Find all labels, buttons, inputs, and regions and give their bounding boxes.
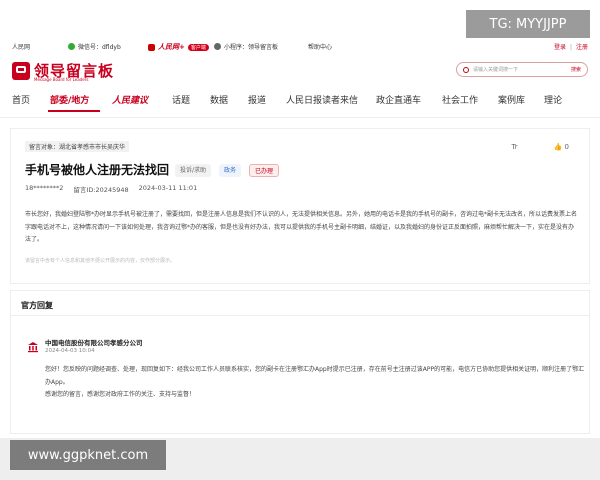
- reply-organization: 中国电信股份有限公司孝感分公司: [45, 339, 143, 347]
- nav-item-gov-business[interactable]: 政企直通车: [376, 93, 421, 106]
- tg-overlay-label: TG: MYYJJPP: [466, 10, 590, 38]
- wechat-icon: [68, 43, 75, 50]
- government-building-icon: [28, 342, 38, 353]
- tag-category: 投诉/求助: [175, 164, 212, 177]
- reply-date: 2024-04-03 10:04: [45, 348, 95, 354]
- nav-item-readers-letters[interactable]: 人民日报读者来信: [286, 93, 358, 106]
- official-reply-card: 官方回复 中国电信股份有限公司孝感分公司 2024-04-03 10:04 您好…: [10, 290, 590, 434]
- search-input[interactable]: 请输入关键词搜一下: [473, 66, 571, 73]
- wechat-label: 微信号：dfldyb: [78, 44, 121, 51]
- message-card: 留言对象：湖北省孝感市市长吴庆华 Tr 👍 0 手机号被他人注册无法找回 投诉/…: [10, 128, 590, 284]
- nav-item-data[interactable]: 数据: [210, 93, 228, 106]
- privacy-tip: 该留言中含有个人信息和其他不便公开展示的内容，仅作部分展示。: [25, 258, 176, 264]
- search-box: 请输入关键词搜一下 搜索: [456, 62, 588, 77]
- watermark-label: www.ggpknet.com: [10, 440, 166, 470]
- app-logo-text: 人民网+: [158, 43, 185, 51]
- message-tags: 投诉/求助 政务 已办理: [175, 164, 280, 177]
- main-nav: 首页 部委/地方 人民建议 话题 数据 报道 人民日报读者来信 政企直通车 社会…: [12, 93, 588, 109]
- miniprogram-icon: [214, 43, 221, 50]
- page: 人民网 微信号：dfldyb 人民网+ 客户端 小程序：领导留言板 帮助中心 登录…: [0, 0, 600, 438]
- like-button[interactable]: 👍 0: [554, 143, 569, 151]
- font-size-icon[interactable]: Tr: [511, 143, 517, 151]
- nav-item-home[interactable]: 首页: [12, 93, 30, 106]
- like-count: 0: [564, 143, 569, 151]
- nav-item-reports[interactable]: 报道: [248, 93, 266, 106]
- app-icon: [148, 43, 155, 51]
- search-icon: [463, 66, 469, 73]
- top-utility-bar: 人民网 微信号：dfldyb 人民网+ 客户端 小程序：领导留言板 帮助中心 登录…: [12, 40, 588, 54]
- help-label: 帮助中心: [308, 44, 333, 51]
- help-link[interactable]: 帮助中心: [308, 42, 332, 51]
- reply-body: 您好！您反映的问题经调查、处理，现回复如下：经我公司工作人员联系核实，您的副卡在…: [45, 364, 585, 402]
- auth-links: 登录 | 注册: [550, 42, 588, 51]
- logo-subtitle: Message Board for Leaders: [34, 77, 89, 82]
- miniprogram-label: 小程序：领导留言板: [224, 44, 279, 51]
- nav-divider: [0, 117, 600, 118]
- reply-header: 官方回复: [11, 291, 589, 316]
- nav-item-social-work[interactable]: 社会工作: [442, 93, 478, 106]
- register-link[interactable]: 注册: [576, 44, 588, 51]
- auth-separator: |: [569, 44, 572, 51]
- nav-active-indicator: [48, 110, 100, 112]
- app-badge: 客户端: [187, 43, 209, 51]
- message-time: 2024-03-11 11:01: [138, 184, 198, 192]
- nav-item-theory[interactable]: 理论: [544, 93, 562, 106]
- site-name: 人民网: [12, 44, 31, 51]
- reply-heading: 官方回复: [21, 301, 53, 310]
- nav-item-topics[interactable]: 话题: [172, 93, 190, 106]
- message-title: 手机号被他人注册无法找回: [25, 163, 170, 177]
- message-board-logo-icon: [12, 61, 30, 80]
- message-body: 市长您好，我婚妇登陆鄂*办时显示手机号被注册了，需要找回，但是注册人信息是我们不…: [25, 211, 578, 243]
- search-button[interactable]: 搜索: [571, 66, 581, 73]
- site-link[interactable]: 人民网: [12, 42, 30, 51]
- nav-item-ministries[interactable]: 部委/地方: [50, 93, 89, 106]
- reply-paragraph: 您好！您反映的问题经调查、处理，现回复如下：经我公司工作人员联系核实，您的副卡在…: [45, 366, 585, 386]
- message-id: 留言ID:20245948: [73, 186, 129, 194]
- message-target: 留言对象：湖北省孝感市市长吴庆华: [25, 141, 130, 152]
- tag-field: 政务: [219, 164, 242, 177]
- reply-closing: 感谢您的留言，感谢您对政府工作的关注、支持与监督！: [45, 391, 196, 398]
- app-link[interactable]: 人民网+ 客户端: [148, 42, 209, 52]
- site-logo[interactable]: 领导留言板 Message Board for Leaders: [12, 60, 114, 82]
- nav-item-suggestions[interactable]: 人民建议: [112, 93, 148, 106]
- message-meta: 18********2 留言ID:20245948 2024-03-11 11:…: [25, 184, 197, 194]
- miniprogram-link[interactable]: 小程序：领导留言板: [214, 42, 278, 51]
- wechat-link[interactable]: 微信号：dfldyb: [68, 42, 121, 51]
- login-link[interactable]: 登录: [554, 44, 566, 51]
- message-tools: Tr 👍 0: [511, 143, 569, 151]
- status-badge: 已办理: [249, 164, 280, 177]
- thumbs-up-icon: 👍: [553, 143, 563, 151]
- nav-item-case-library[interactable]: 案例库: [498, 93, 525, 106]
- message-user: 18********2: [25, 184, 64, 192]
